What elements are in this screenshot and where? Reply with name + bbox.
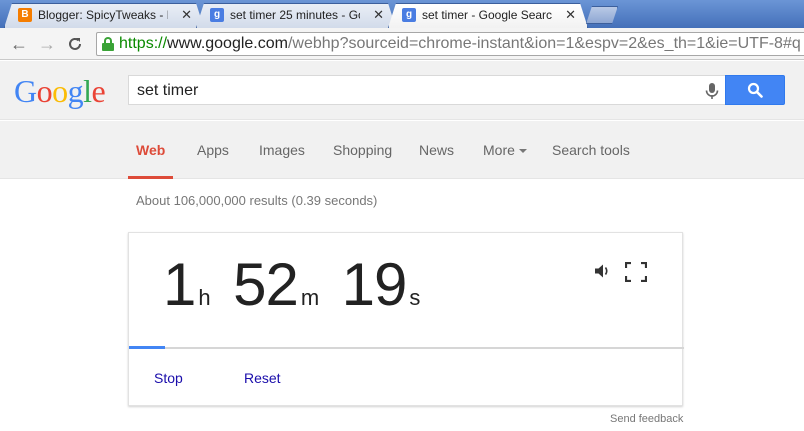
active-tab-underline	[128, 176, 173, 179]
tab-search-tools[interactable]: Search tools	[552, 142, 630, 158]
microphone-icon[interactable]	[703, 82, 721, 100]
tab-more-label: More	[483, 142, 515, 158]
tab-shopping[interactable]: Shopping	[333, 142, 392, 158]
fullscreen-icon[interactable]	[625, 262, 647, 282]
timer-hours: 1	[163, 251, 196, 318]
timer-card: 1h 52 m 19 s Stop Reset	[128, 232, 684, 406]
timer-progress-track	[129, 346, 684, 349]
address-bar[interactable]: https://www.google.com/webhp?sourceid=ch…	[96, 32, 804, 56]
lock-icon	[102, 37, 114, 51]
timer-minutes: 52	[233, 251, 299, 318]
tab-title: set timer - Google Search	[422, 8, 552, 22]
tab-images[interactable]: Images	[259, 142, 305, 158]
tab-more[interactable]: More	[483, 142, 527, 158]
forward-arrow-icon[interactable]: →	[36, 34, 58, 54]
timer-minutes-unit: m	[300, 285, 320, 310]
reset-button[interactable]: Reset	[244, 370, 281, 386]
close-icon[interactable]: ✕	[373, 7, 384, 22]
browser-tab-set-timer[interactable]: g set timer - Google Search ✕	[388, 3, 588, 28]
caret-down-icon	[518, 149, 527, 154]
search-button[interactable]	[725, 75, 785, 105]
new-tab-button[interactable]	[586, 6, 618, 24]
tab-title: set timer 25 minutes - Goo	[230, 8, 360, 22]
blogger-icon: B	[18, 8, 32, 22]
tab-web[interactable]: Web	[136, 142, 165, 158]
close-icon[interactable]: ✕	[181, 7, 192, 22]
timer-hours-unit: h	[198, 285, 211, 310]
tab-strip: B Blogger: SpicyTweaks - Ed ✕ g set time…	[0, 0, 804, 28]
browser-window: B Blogger: SpicyTweaks - Ed ✕ g set time…	[0, 0, 804, 431]
tab-news[interactable]: News	[419, 142, 454, 158]
tab-apps[interactable]: Apps	[197, 142, 229, 158]
browser-tab-timer-25[interactable]: g set timer 25 minutes - Goo ✕	[196, 3, 396, 28]
stop-button[interactable]: Stop	[154, 370, 183, 386]
google-header: Google	[0, 61, 804, 120]
browser-tab-blogger[interactable]: B Blogger: SpicyTweaks - Ed ✕	[4, 3, 204, 28]
close-icon[interactable]: ✕	[565, 7, 576, 22]
google-icon: g	[402, 8, 416, 22]
timer-display: 1h 52 m 19 s	[163, 255, 420, 315]
browser-toolbar: ← → https://www.google.com/webhp?sourcei…	[0, 28, 804, 60]
result-stats: About 106,000,000 results (0.39 seconds)	[136, 193, 378, 208]
search-box[interactable]	[128, 75, 725, 105]
url-text: https://www.google.com/webhp?sourceid=ch…	[119, 35, 801, 52]
google-icon: g	[210, 8, 224, 22]
back-arrow-icon[interactable]: ←	[8, 34, 30, 54]
tab-title: Blogger: SpicyTweaks - Ed	[38, 8, 168, 22]
search-input[interactable]	[137, 81, 677, 101]
search-icon	[747, 82, 763, 98]
timer-seconds: 19	[341, 251, 408, 318]
search-tabs: Web Apps Images Shopping News More Searc…	[0, 121, 804, 179]
send-feedback-link[interactable]: Send feedback	[610, 412, 683, 426]
timer-progress-fill	[129, 346, 166, 349]
google-logo[interactable]: Google	[14, 73, 106, 109]
reload-icon[interactable]	[64, 34, 86, 54]
timer-seconds-unit: s	[409, 285, 421, 310]
speaker-icon[interactable]	[593, 262, 611, 280]
